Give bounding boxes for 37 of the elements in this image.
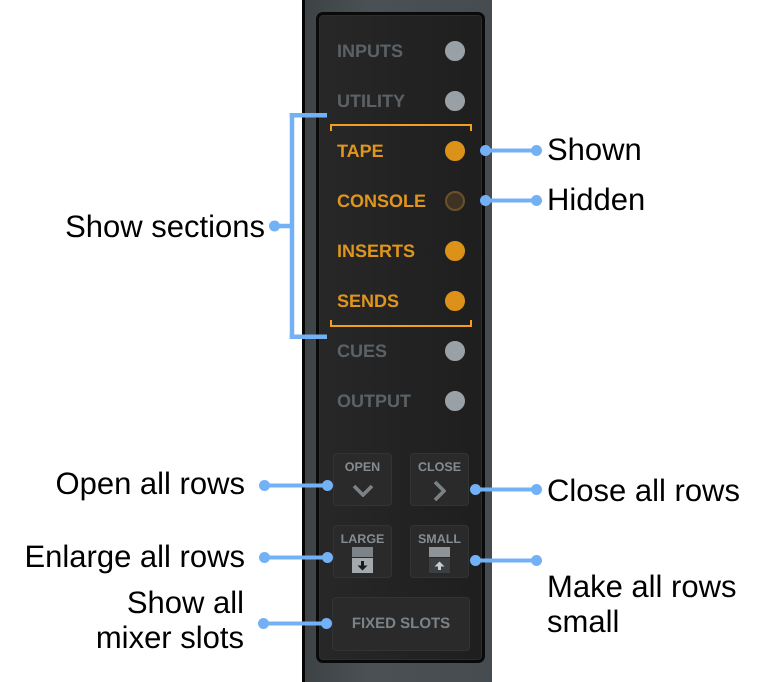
status-dot-icon[interactable] [445, 241, 465, 261]
status-dot-icon[interactable] [445, 291, 465, 311]
section-label[interactable]: OUTPUT [337, 390, 411, 412]
chevron-down-icon [352, 484, 374, 497]
row-button[interactable]: CLOSE [410, 453, 469, 506]
leader-line [480, 194, 542, 206]
section-label[interactable]: UTILITY [337, 90, 405, 112]
fixed-slots-button[interactable]: FIXED SLOTS [332, 597, 470, 651]
row-button[interactable]: SMALL [410, 525, 469, 578]
status-dot-icon[interactable] [445, 41, 465, 61]
status-dot-icon[interactable] [445, 141, 465, 161]
leader-line [470, 554, 542, 566]
section-label[interactable]: INPUTS [337, 40, 404, 62]
status-dot-icon[interactable] [445, 341, 465, 361]
status-dot-icon[interactable] [445, 391, 465, 411]
section-label[interactable]: INSERTS [337, 240, 416, 262]
callout-label: Enlarge all rows [24, 538, 245, 574]
status-dot-icon[interactable] [445, 191, 465, 211]
status-dot-icon[interactable] [445, 91, 465, 111]
up-arrow-block-icon [429, 547, 450, 573]
section-label[interactable]: CUES [337, 340, 388, 362]
chevron-right-icon [433, 480, 446, 502]
row-button[interactable]: OPEN [333, 453, 392, 506]
section-label[interactable]: CONSOLE [337, 190, 426, 212]
leader-line [470, 484, 542, 494]
callout-label: Show sections [65, 208, 265, 244]
row-button[interactable]: LARGE [333, 525, 392, 578]
callout-label: Shown [547, 132, 642, 166]
callout-label: Hidden [547, 182, 646, 216]
callout-label: Open all rows [55, 466, 245, 501]
callout-label: Close all rows [547, 472, 740, 508]
down-arrow-block-icon [352, 547, 373, 573]
callout-label: Show all mixer slots [96, 585, 244, 655]
section-label[interactable]: TAPE [337, 140, 384, 162]
leader-line [480, 144, 542, 156]
section-label[interactable]: SENDS [337, 290, 400, 312]
callout-label: Make all rows small [547, 568, 736, 638]
